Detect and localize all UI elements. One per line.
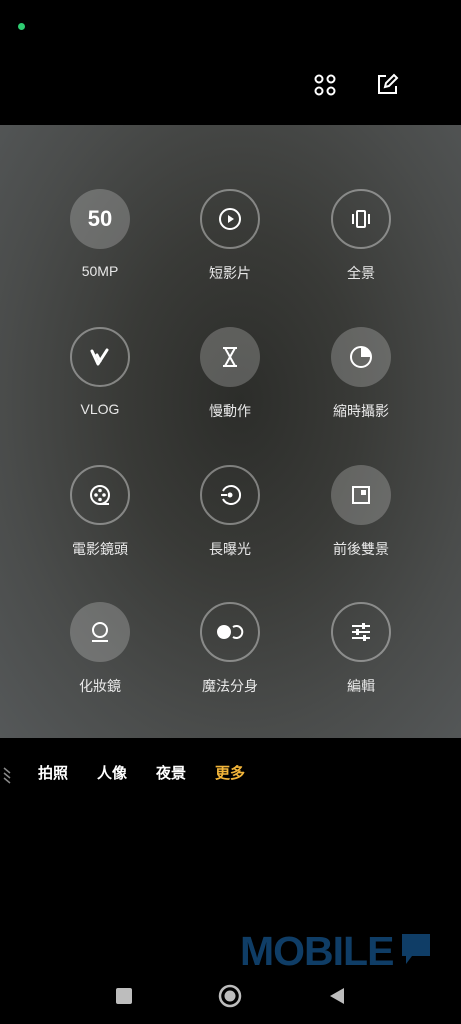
watermark-bubble-icon	[402, 934, 430, 971]
mode-label: 長曝光	[209, 541, 251, 557]
mode-vlog[interactable]: VLOG	[35, 327, 165, 417]
status-dot	[18, 23, 25, 30]
mode-label: 編輯	[347, 678, 375, 694]
more-modes-panel: 50 50MP 短影片 全景 VLOG 慢動作 縮時攝影 電影鏡頭 長曝光 前後…	[0, 125, 461, 738]
mode-tab-night[interactable]: 夜景	[156, 762, 186, 783]
mode-timelapse[interactable]: 縮時攝影	[296, 327, 426, 421]
mode-label: 縮時攝影	[333, 403, 389, 419]
mode-clone[interactable]: 魔法分身	[165, 602, 295, 696]
mode-edit[interactable]: 編輯	[296, 602, 426, 696]
mode-slow-motion[interactable]: 慢動作	[165, 327, 295, 421]
edit-icon[interactable]	[372, 70, 402, 100]
recent-apps-icon[interactable]	[108, 980, 140, 1012]
mode-dual-view[interactable]: 前後雙景	[296, 465, 426, 559]
mode-label: 電影鏡頭	[72, 541, 128, 557]
grid-apps-icon[interactable]	[310, 70, 340, 100]
long-exposure-icon	[200, 465, 260, 525]
film-reel-icon	[70, 465, 130, 525]
vlog-icon	[70, 327, 130, 387]
panorama-icon	[331, 189, 391, 249]
top-toolbar	[0, 70, 461, 100]
hourglass-icon	[200, 327, 260, 387]
watermark-logo: MOBILE	[240, 928, 394, 974]
dual-view-icon	[331, 465, 391, 525]
mode-tab-more[interactable]: 更多	[215, 762, 245, 783]
mode-label: VLOG	[80, 401, 120, 417]
mode-label: 50MP	[81, 263, 119, 279]
mirror-icon	[70, 602, 130, 662]
mode-label: 短影片	[209, 265, 251, 281]
mode-short-video[interactable]: 短影片	[165, 189, 295, 283]
back-icon[interactable]	[321, 980, 353, 1012]
mode-label: 化妝鏡	[79, 678, 121, 694]
mode-label: 慢動作	[209, 403, 251, 419]
mode-long-exposure[interactable]: 長曝光	[165, 465, 295, 559]
clone-icon	[200, 602, 260, 662]
system-nav-bar	[0, 980, 461, 1012]
timelapse-icon	[331, 327, 391, 387]
mode-label: 魔法分身	[202, 678, 258, 694]
mode-tab-photo[interactable]: 拍照	[38, 762, 68, 783]
mode-makeup-mirror[interactable]: 化妝鏡	[35, 602, 165, 696]
play-icon	[200, 189, 260, 249]
mode-panorama[interactable]: 全景	[296, 189, 426, 283]
50mp-icon: 50	[70, 189, 130, 249]
mode-label: 全景	[347, 265, 375, 281]
mode-50mp[interactable]: 50 50MP	[35, 189, 165, 279]
mode-tab-portrait[interactable]: 人像	[97, 762, 127, 783]
home-icon[interactable]	[214, 980, 246, 1012]
scroll-handle-icon[interactable]	[2, 766, 12, 789]
mode-cinematic[interactable]: 電影鏡頭	[35, 465, 165, 559]
camera-mode-bar: 拍照 人像 夜景 更多	[0, 762, 461, 786]
sliders-icon	[331, 602, 391, 662]
mode-label: 前後雙景	[333, 541, 389, 557]
